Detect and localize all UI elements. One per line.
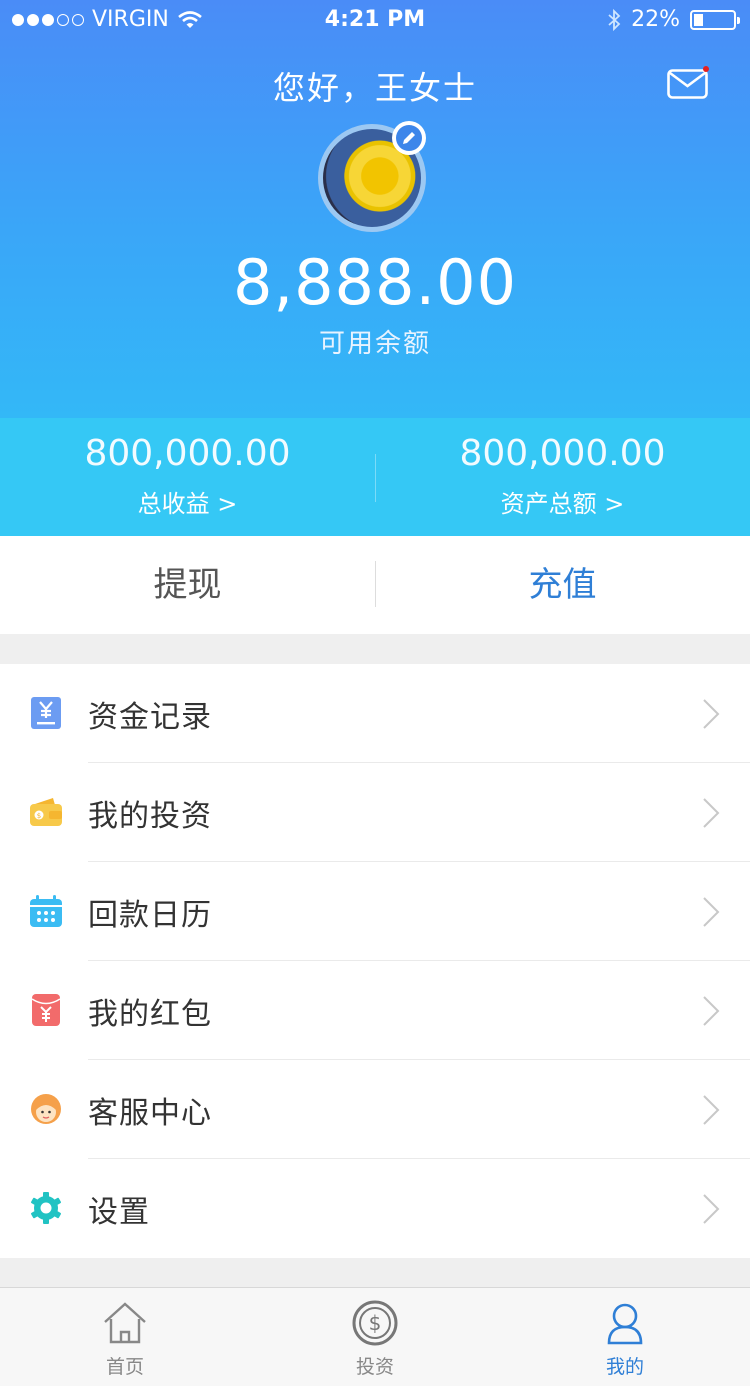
menu-item-my-investment[interactable]: $ 我的投资 — [0, 763, 750, 862]
fund-record-icon — [31, 697, 61, 729]
total-earnings[interactable]: 800,000.00 总收益 > — [0, 418, 375, 536]
total-assets[interactable]: 800,000.00 资产总额 > — [375, 418, 750, 536]
battery-area: 22% — [607, 7, 740, 32]
withdraw-button[interactable]: 提现 — [0, 536, 375, 634]
menu-item-repayment-calendar[interactable]: 回款日历 — [0, 862, 750, 961]
invest-icon: $ — [352, 1300, 398, 1346]
settings-icon — [31, 1192, 61, 1224]
bluetooth-icon — [608, 8, 621, 31]
menu-item-label: 客服中心 — [88, 1095, 212, 1131]
red-packet-icon — [31, 994, 61, 1026]
svg-text:$: $ — [37, 812, 41, 820]
message-icon[interactable] — [667, 66, 710, 99]
fund-actions: 提现 充值 — [0, 536, 750, 634]
total-earnings-label: 总收益 > — [137, 490, 238, 518]
profile-icon — [607, 1303, 643, 1345]
chevron-right-icon — [703, 699, 720, 729]
total-earnings-value: 800,000.00 — [84, 433, 291, 474]
menu-item-red-packet[interactable]: 我的红包 — [0, 961, 750, 1060]
menu-item-fund-record[interactable]: 资金记录 — [0, 664, 750, 763]
chevron-right-icon — [703, 996, 720, 1026]
customer-service-icon — [31, 1094, 61, 1124]
menu-item-label: 设置 — [88, 1194, 150, 1230]
wallet-icon: $ — [30, 798, 62, 826]
actions-divider — [375, 561, 376, 607]
menu-item-customer-service[interactable]: 客服中心 — [0, 1060, 750, 1159]
stats-divider — [375, 454, 376, 502]
account-header: VIRGIN 4:21 PM 22% 您好，王女士 8,888.00 可用余额 — [0, 0, 750, 418]
svg-text:$: $ — [369, 1311, 382, 1335]
recharge-button[interactable]: 充值 — [375, 536, 750, 634]
chevron-right-icon — [703, 1194, 720, 1224]
battery-percent: 22% — [631, 7, 680, 32]
status-bar: VIRGIN 4:21 PM 22% — [0, 0, 750, 40]
edit-avatar-icon[interactable] — [392, 121, 426, 155]
tab-label: 我的 — [605, 1356, 644, 1378]
account-menu: 资金记录 $ 我的投资 回款日历 我的红包 客服中心 设置 — [0, 664, 750, 1258]
total-assets-value: 800,000.00 — [459, 433, 666, 474]
calendar-icon — [30, 895, 62, 927]
tab-mine[interactable]: 我的 — [500, 1288, 750, 1386]
menu-item-settings[interactable]: 设置 — [0, 1159, 750, 1258]
available-balance: 8,888.00 — [232, 246, 518, 319]
home-icon — [104, 1302, 146, 1344]
notification-dot — [703, 66, 709, 72]
available-balance-label: 可用余额 — [318, 329, 431, 359]
menu-item-label: 我的投资 — [88, 798, 212, 834]
total-assets-label: 资产总额 > — [500, 490, 625, 518]
menu-item-label: 资金记录 — [88, 699, 212, 735]
chevron-right-icon — [703, 897, 720, 927]
menu-item-label: 回款日历 — [88, 897, 212, 933]
tab-home[interactable]: 首页 — [0, 1288, 250, 1386]
greeting-text: 您好，王女士 — [272, 69, 477, 107]
battery-icon — [690, 9, 740, 30]
tab-invest[interactable]: $ 投资 — [250, 1288, 500, 1386]
tab-label: 首页 — [105, 1356, 144, 1378]
my-account-page: VIRGIN 4:21 PM 22% 您好，王女士 8,888.00 可用余额 … — [0, 0, 750, 1386]
asset-stats: 800,000.00 总收益 > 800,000.00 资产总额 > — [0, 418, 750, 536]
chevron-right-icon — [703, 1095, 720, 1125]
chevron-right-icon — [703, 798, 720, 828]
menu-item-label: 我的红包 — [88, 996, 212, 1032]
bottom-tab-bar: 首页 $ 投资 我的 — [0, 1287, 750, 1386]
tab-label: 投资 — [355, 1356, 394, 1378]
